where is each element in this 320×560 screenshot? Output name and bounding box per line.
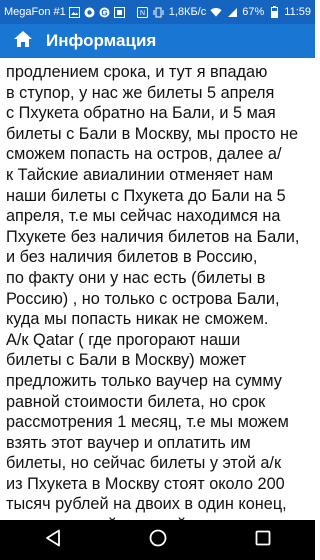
google-icon: G bbox=[99, 6, 111, 18]
info-text: продлением срока, и тут я впадаю в ступо… bbox=[6, 63, 300, 520]
page-title: Информация bbox=[46, 31, 157, 50]
recents-button[interactable] bbox=[243, 520, 283, 560]
status-right: N 1,8КБ/с 67% 11:59 bbox=[137, 6, 311, 18]
recents-square-icon bbox=[255, 530, 271, 551]
camera-icon bbox=[84, 6, 96, 18]
status-left: MegaFon #1 G bbox=[4, 6, 137, 18]
home-button[interactable] bbox=[12, 30, 34, 52]
signal-icon bbox=[226, 6, 238, 18]
nfc-icon: N bbox=[137, 6, 149, 18]
home-icon bbox=[13, 30, 33, 53]
status-bar: MegaFon #1 G N 1,8КБ/с 67% 11:59 bbox=[0, 0, 315, 24]
battery-percent: 67% bbox=[242, 6, 265, 18]
vibrate-icon bbox=[153, 6, 165, 18]
carrier-name: MegaFon #1 bbox=[4, 6, 66, 18]
info-content[interactable]: продлением срока, и тут я впадаю в ступо… bbox=[0, 58, 315, 520]
screenshot-icon bbox=[114, 6, 126, 18]
back-triangle-icon bbox=[45, 529, 61, 552]
wifi-icon bbox=[210, 6, 222, 18]
svg-text:G: G bbox=[102, 8, 108, 17]
svg-text:N: N bbox=[140, 10, 145, 17]
clock: 11:59 bbox=[284, 6, 311, 18]
network-speed: 1,8КБ/с bbox=[168, 6, 207, 18]
photo-icon bbox=[69, 6, 81, 18]
home-nav-button[interactable] bbox=[138, 520, 178, 560]
home-circle-icon bbox=[149, 529, 167, 552]
battery-icon bbox=[268, 6, 280, 18]
app-bar: Информация bbox=[0, 24, 315, 58]
back-button[interactable] bbox=[33, 520, 73, 560]
navigation-bar bbox=[0, 520, 315, 560]
